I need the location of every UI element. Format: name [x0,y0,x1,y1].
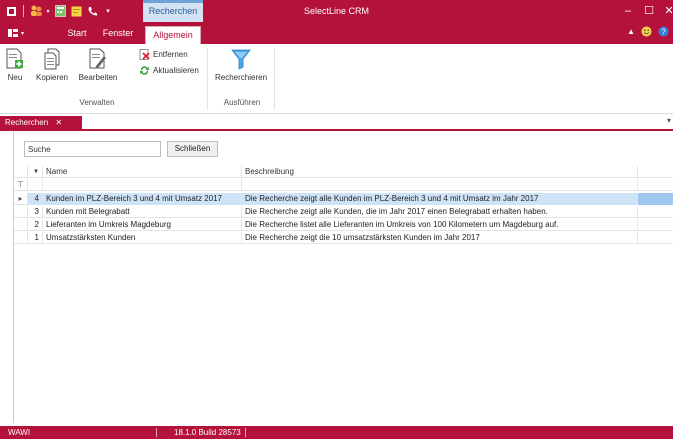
table-row[interactable]: 1 Umsatzstärksten Kunden Die Recherche z… [14,232,673,244]
note-icon[interactable] [69,4,83,18]
row-indicator-header [14,166,28,178]
tab-fenster[interactable]: Fenster [100,26,136,44]
neu-button[interactable]: Neu [4,48,26,82]
status-separator [156,428,157,437]
help-icon[interactable]: ? [658,26,669,37]
table-row[interactable]: 3 Kunden mit Belegrabatt Die Recherche z… [14,206,673,218]
table-row[interactable]: 2 Lieferanten im Umkreis Magdeburg Die R… [14,219,673,231]
row-marker-icon [14,206,28,218]
tab-allgemein[interactable]: Allgemein [145,26,201,44]
group-label-ausfuehren: Ausführen [223,98,261,107]
filter-row[interactable]: ⊤ [14,179,673,191]
kopieren-label: Kopieren [35,73,69,82]
minimize-button[interactable]: – [620,3,636,19]
group-separator [274,48,275,110]
dropdown-icon[interactable]: ▾ [45,4,51,18]
column-header-name[interactable]: Name [43,166,242,178]
title-bar: ▾ ▾ Recherchen SelectLine CRM – ☐ ✕ [0,0,673,22]
row-name: Umsatzstärksten Kunden [43,232,242,244]
smiley-icon[interactable] [641,26,652,37]
neu-label: Neu [7,73,23,82]
phone-icon[interactable] [85,4,99,18]
status-separator [245,428,246,437]
row-description: Die Recherche zeigt die 10 umsatzstärkst… [242,232,638,244]
doc-tab-recherchen[interactable]: Recherchen ✕ [0,116,82,130]
users-icon[interactable] [29,4,43,18]
filter-cell [638,179,673,191]
refresh-icon [140,66,149,75]
customize-toolbar-icon[interactable]: ▾ [101,4,115,18]
ribbon-right-controls: ▲ ? [627,26,669,37]
row-marker-icon [14,219,28,231]
calculator-icon[interactable] [53,4,67,18]
context-tab-recherchen: Recherchen [143,0,203,22]
row-marker-icon: ▸ [14,193,28,205]
file-menu-button[interactable]: ▾ [8,26,24,40]
kopieren-button[interactable]: Kopieren [30,48,74,82]
ribbon-tab-row: ▾ Start Fenster Allgemein ▲ ? [0,22,673,44]
app-logo-icon[interactable] [4,4,18,18]
edit-document-icon [89,48,106,69]
bearbeiten-label: Bearbeiten [78,73,118,82]
maximize-button[interactable]: ☐ [641,3,657,19]
row-marker-icon [14,232,28,244]
row-name: Lieferanten im Umkreis Magdeburg [43,219,242,231]
chevron-down-icon: ▾ [21,30,25,37]
copy-document-icon [44,48,60,70]
collapse-ribbon-icon[interactable]: ▲ [627,27,635,36]
filter-icon[interactable]: ⊤ [14,179,28,191]
recherchen-grid: ▼ Name Beschreibung ⊤ ▸ 4 Kunden im PLZ-… [14,166,673,423]
group-label-verwalten: Verwalten [79,98,115,107]
recherchen-panel: Schließen ▼ Name Beschreibung ⊤ ▸ 4 Kund… [13,131,673,423]
filter-cell[interactable] [43,179,242,191]
delete-icon [139,49,150,60]
close-button[interactable]: ✕ [661,3,673,19]
entfernen-label: Entfernen [153,50,188,59]
row-description: Die Recherche listet alle Lieferanten im… [242,219,638,231]
column-header-extra [638,166,673,178]
row-description: Die Recherche zeigt alle Kunden im PLZ-B… [242,193,638,205]
doc-tab-label: Recherchen [5,118,49,127]
ribbon: Neu Kopieren Bearbeiten Entfernen Aktual… [0,44,673,114]
row-extra [638,206,673,218]
row-name: Kunden mit Belegrabatt [43,206,242,218]
sort-header[interactable]: ▼ [28,166,43,178]
document-tab-strip: Recherchen ✕ ▾ [0,116,673,130]
schliessen-button[interactable]: Schließen [167,141,218,157]
status-build: 18.1.0 Build 28573 [174,428,241,437]
new-document-icon [6,48,23,69]
search-input[interactable] [24,141,161,157]
row-id: 4 [28,193,43,205]
svg-text:?: ? [661,27,666,36]
entfernen-button[interactable]: Entfernen [139,49,188,60]
group-separator [207,48,208,110]
close-tab-icon[interactable]: ✕ [55,118,62,127]
filter-funnel-icon [231,49,251,70]
aktualisieren-label: Aktualisieren [153,66,199,75]
row-extra [638,219,673,231]
table-row[interactable]: ▸ 4 Kunden im PLZ-Bereich 3 und 4 mit Um… [14,193,673,205]
toolbar-separator [23,5,24,17]
column-header-beschreibung[interactable]: Beschreibung [242,166,638,178]
row-description: Die Recherche zeigt alle Kunden, die im … [242,206,638,218]
row-extra [638,232,673,244]
row-id: 3 [28,206,43,218]
aktualisieren-button[interactable]: Aktualisieren [139,65,199,76]
row-extra [638,193,673,205]
status-module: WAWI [8,428,31,437]
bearbeiten-button[interactable]: Bearbeiten [76,48,120,82]
status-bar: WAWI 18.1.0 Build 28573 [0,426,673,439]
tab-start[interactable]: Start [62,26,92,44]
row-id: 1 [28,232,43,244]
grid-header-row: ▼ Name Beschreibung [14,166,673,178]
recherchieren-label: Recherchieren [214,73,268,82]
recherchieren-button[interactable]: Recherchieren [212,48,270,82]
row-name: Kunden im PLZ-Bereich 3 und 4 mit Umsatz… [43,193,242,205]
row-id: 2 [28,219,43,231]
menu-grid-icon [8,29,18,37]
tab-list-dropdown-icon[interactable]: ▾ [667,116,671,125]
quick-access-toolbar: ▾ ▾ [4,3,115,19]
filter-cell[interactable] [28,179,43,191]
filter-cell[interactable] [242,179,638,191]
